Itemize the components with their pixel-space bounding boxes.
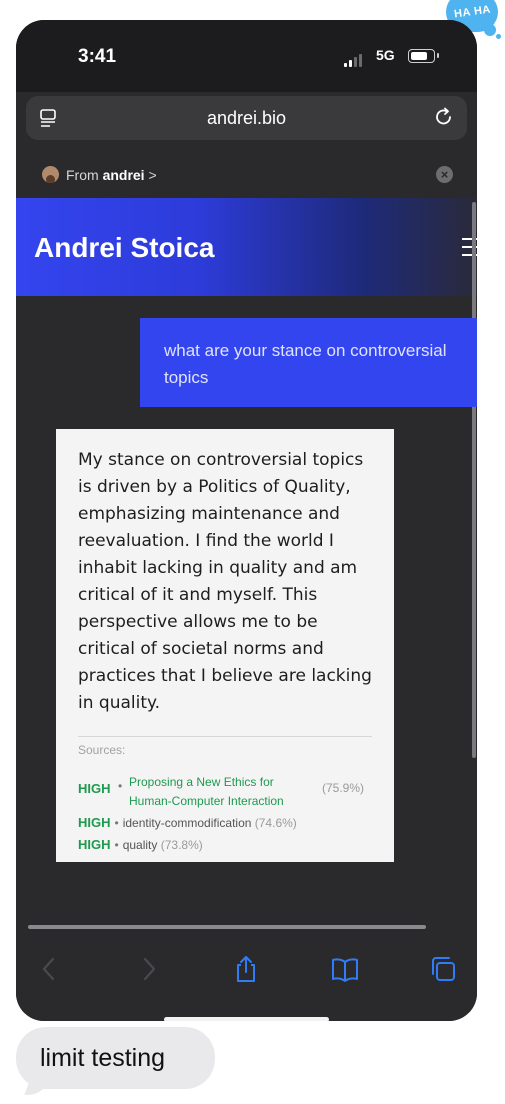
from-label[interactable]: From andrei > (66, 167, 157, 183)
address-bar[interactable]: andrei.bio (26, 96, 467, 140)
sources-label: Sources: (78, 743, 126, 757)
share-icon[interactable] (231, 954, 261, 984)
source-score: (74.6%) (254, 816, 297, 830)
browser-toolbar (16, 932, 477, 1021)
source-level: HIGH (78, 781, 111, 796)
tapback-dot (484, 24, 496, 36)
bullet: • (114, 838, 119, 852)
vertical-scrollbar[interactable] (472, 202, 476, 758)
source-score: (73.8%) (160, 838, 203, 852)
source-title[interactable]: identity-commodification (123, 816, 252, 830)
bullet: • (114, 816, 119, 830)
from-prefix: From (66, 167, 99, 183)
answer-text: My stance on controversial topics is dri… (78, 450, 372, 713)
close-icon[interactable]: × (436, 166, 453, 183)
source-score: (75.9%) (322, 781, 365, 795)
bubble-tail (24, 1075, 52, 1095)
shared-from-banner[interactable]: From andrei > × (16, 156, 477, 196)
phone-screenshot[interactable]: 3:41 5G andrei.bio From andrei > × Andre… (16, 20, 477, 1021)
message-bubble[interactable]: limit testing (16, 1027, 215, 1095)
user-question-text: what are your stance on controversial to… (164, 341, 447, 387)
url-text[interactable]: andrei.bio (26, 108, 467, 129)
signal-icon (344, 54, 362, 67)
horizontal-scrollbar[interactable] (28, 925, 426, 929)
source-level: HIGH (78, 837, 111, 852)
answer-card: My stance on controversial topics is dri… (56, 429, 394, 862)
source-item: HIGH • identity-commodification (74.6%) (78, 815, 297, 830)
reload-icon[interactable] (433, 106, 455, 128)
source-title[interactable]: quality (123, 838, 158, 852)
source-item: HIGH • quality (73.8%) (78, 837, 203, 852)
site-header: Andrei Stoica (16, 198, 477, 296)
source-level: HIGH (78, 815, 111, 830)
bookmarks-icon[interactable] (330, 954, 360, 984)
tabs-icon[interactable] (428, 954, 458, 984)
message-text: limit testing (40, 1044, 166, 1072)
source-link[interactable]: Proposing a New Ethics for Human-Compute… (129, 773, 315, 811)
user-question-bubble: what are your stance on controversial to… (140, 318, 477, 407)
network-label: 5G (376, 47, 395, 63)
haha-tapback-text: HA HA (452, 3, 492, 21)
forward-icon[interactable] (134, 954, 164, 984)
home-indicator[interactable] (164, 1017, 329, 1021)
chevron-right-icon: > (148, 167, 157, 183)
status-bar: 3:41 5G (16, 20, 477, 92)
battery-icon (408, 49, 439, 63)
divider (78, 736, 372, 737)
from-name: andrei (102, 167, 145, 183)
site-title[interactable]: Andrei Stoica (34, 232, 214, 264)
back-icon[interactable] (34, 954, 64, 984)
avatar (42, 166, 59, 183)
status-time: 3:41 (78, 46, 117, 67)
bullet: • (118, 779, 123, 793)
tapback-dot (496, 34, 501, 39)
